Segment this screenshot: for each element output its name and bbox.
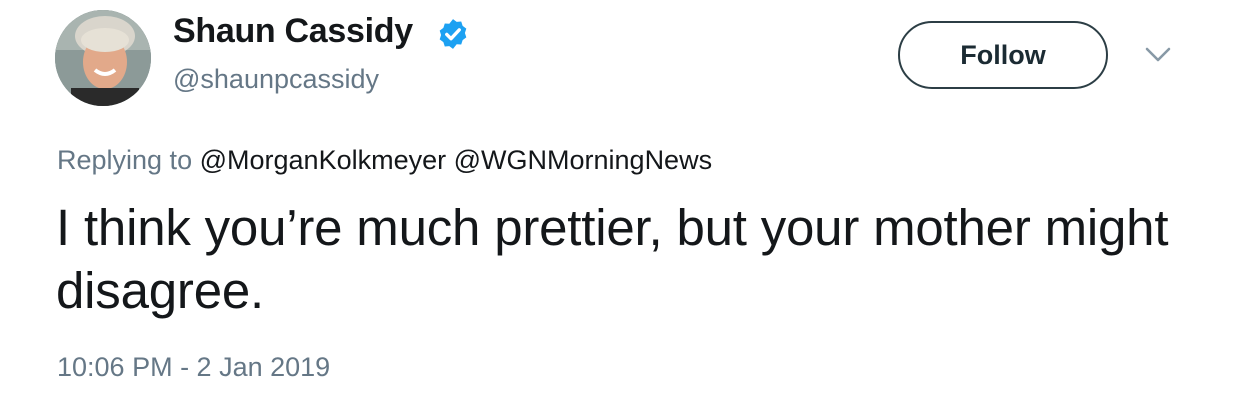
timestamp[interactable]: 10:06 PM - 2 Jan 2019 (57, 352, 330, 383)
verified-badge-icon (439, 19, 467, 49)
tweet-card: Shaun Cassidy @shaunpcassidy Follow Repl… (0, 0, 1246, 400)
tweet-text: I think you’re much prettier, but your m… (56, 199, 1169, 319)
mention-link[interactable]: @WGNMorningNews (454, 145, 712, 175)
chevron-down-icon[interactable] (1144, 46, 1172, 64)
reply-context: Replying to @MorganKolkmeyer @WGNMorning… (57, 145, 712, 176)
display-name[interactable]: Shaun Cassidy (173, 12, 413, 51)
avatar[interactable] (55, 10, 151, 106)
follow-button[interactable]: Follow (898, 21, 1108, 89)
reply-prefix: Replying to (57, 145, 193, 175)
avatar-photo-icon (55, 10, 151, 106)
mention-link[interactable]: @MorganKolkmeyer (200, 145, 447, 175)
user-handle[interactable]: @shaunpcassidy (173, 64, 379, 95)
